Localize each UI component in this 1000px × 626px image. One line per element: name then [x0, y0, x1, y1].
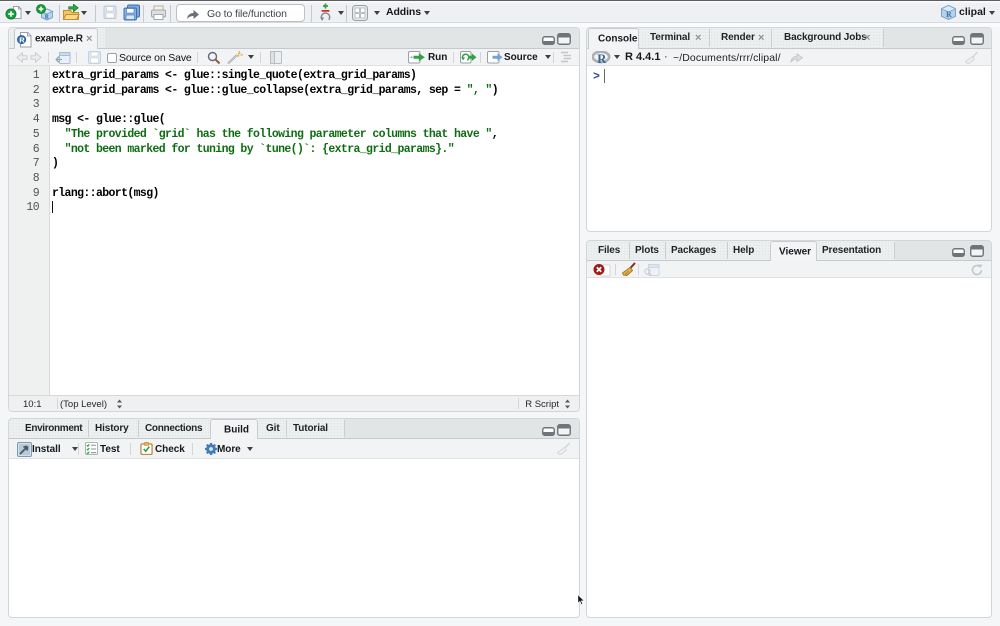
svg-text:R: R — [946, 10, 952, 19]
svg-text:R: R — [45, 15, 50, 21]
svg-text:R: R — [597, 52, 607, 64]
svg-text:R: R — [19, 35, 25, 44]
